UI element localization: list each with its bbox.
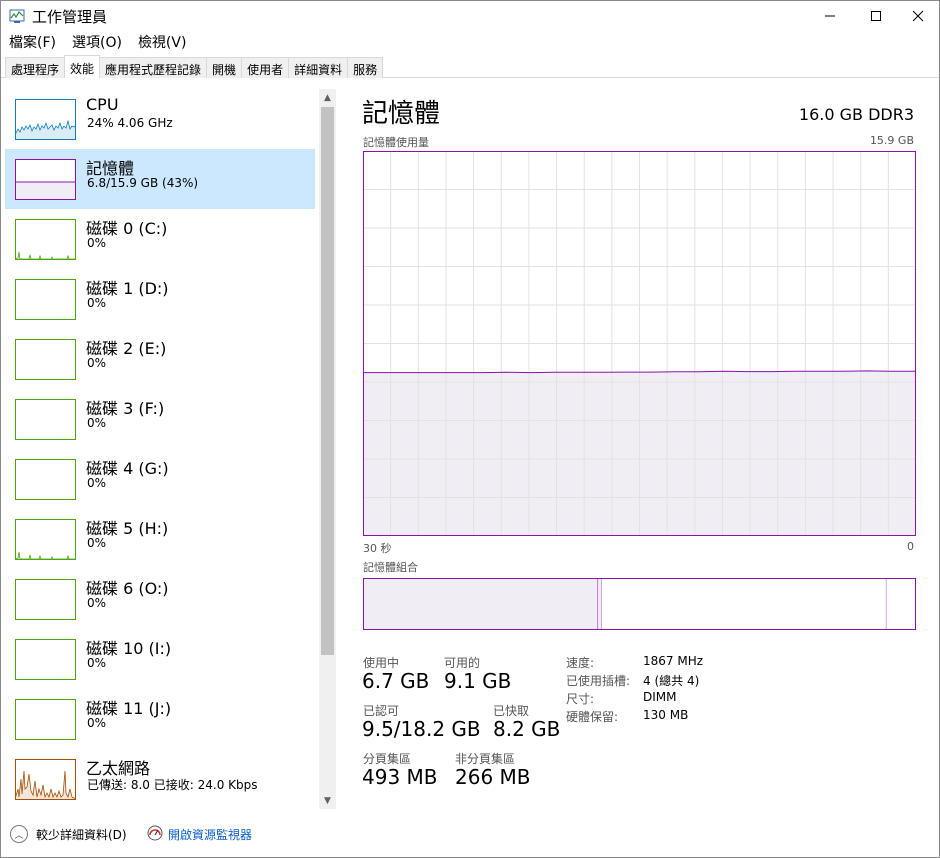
sidebar-item-disk[interactable]: 磁碟 6 (O:) 0% — [5, 569, 315, 629]
form-factor-key: 尺寸: — [566, 692, 595, 706]
tab-users[interactable]: 使用者 — [241, 57, 290, 78]
menu-view[interactable]: 檢視(V) — [130, 31, 195, 53]
slots-value: 4 (總共 4) — [643, 674, 700, 688]
tab-performance[interactable]: 效能 — [64, 55, 101, 78]
sidebar-item-disk[interactable]: 磁碟 4 (G:) 0% — [5, 449, 315, 509]
memory-thumbnail-graph — [15, 159, 76, 200]
committed-value: 9.5/18.2 GB — [362, 717, 481, 741]
open-resource-monitor-link[interactable]: 開啟資源監視器 — [168, 826, 252, 843]
composition-label: 記憶體組合 — [363, 561, 418, 574]
tab-details[interactable]: 詳細資料 — [288, 57, 349, 78]
sidebar-item-memory[interactable]: 記憶體 6.8/15.9 GB (43%) — [5, 149, 315, 209]
sidebar-item-detail: 已傳送: 8.0 已接收: 24.0 Kbps — [87, 778, 258, 792]
disk-thumbnail-graph — [15, 699, 76, 740]
disk-thumbnail-graph — [15, 459, 76, 500]
usage-max-label: 15.9 GB — [869, 134, 914, 147]
resource-monitor-icon — [147, 825, 163, 841]
slots-key: 已使用插槽: — [566, 674, 631, 688]
sidebar-item-detail: 0% — [87, 416, 107, 430]
tab-app-history[interactable]: 應用程式歷程記錄 — [99, 57, 208, 78]
sidebar-item-cpu[interactable]: CPU 24% 4.06 GHz — [5, 89, 315, 149]
scroll-up-icon[interactable]: ▲ — [319, 89, 336, 106]
cached-value: 8.2 GB — [493, 717, 561, 741]
hardware-reserved-value: 130 MB — [643, 708, 689, 722]
sidebar-item-detail: 0% — [87, 236, 107, 250]
sidebar-item-disk[interactable]: 磁碟 11 (J:) 0% — [5, 689, 315, 749]
form-factor-value: DIMM — [643, 690, 677, 704]
minimize-button[interactable] — [807, 1, 853, 31]
sidebar-item-detail: 0% — [87, 356, 107, 370]
speed-key: 速度: — [566, 656, 595, 670]
fewer-details-button[interactable]: 較少詳細資料(D) — [36, 826, 127, 843]
memory-spec: 16.0 GB DDR3 — [798, 105, 914, 124]
maximize-icon — [871, 11, 881, 21]
speed-value: 1867 MHz — [643, 654, 704, 668]
tab-processes[interactable]: 處理程序 — [5, 57, 66, 78]
menu-options[interactable]: 選項(O) — [64, 31, 130, 53]
chevron-up-icon[interactable]: ︿ — [10, 825, 28, 843]
sidebar-item-name: CPU — [86, 95, 119, 114]
hardware-reserved-key: 硬體保留: — [566, 710, 619, 724]
resource-list: CPU 24% 4.06 GHz 記憶體 6.8/15.9 GB (43%) 磁碟 0 … — [5, 89, 317, 809]
close-icon — [912, 10, 924, 22]
tab-services[interactable]: 服務 — [347, 57, 384, 78]
task-manager-icon — [9, 9, 25, 23]
sidebar-item-detail: 24% 4.06 GHz — [87, 116, 173, 130]
sidebar-item-disk[interactable]: 磁碟 5 (H:) 0% — [5, 509, 315, 569]
maximize-button[interactable] — [853, 1, 899, 31]
disk-thumbnail-graph — [15, 639, 76, 680]
sidebar-scrollbar[interactable]: ▲ ▼ — [319, 89, 336, 809]
sidebar-item-detail: 0% — [87, 596, 107, 610]
menu-file[interactable]: 檔案(F) — [1, 31, 64, 53]
task-manager-window: 工作管理員 檔案(F) 選項(O) 檢視(V) 處理程序 效能 應用程式歷程記錄… — [0, 0, 940, 858]
scroll-thumb[interactable] — [321, 107, 334, 655]
cpu-thumbnail-graph — [15, 99, 76, 140]
window-title: 工作管理員 — [32, 8, 108, 26]
disk-thumbnail-graph — [15, 219, 76, 260]
disk-thumbnail-graph — [15, 579, 76, 620]
page-title: 記憶體 — [362, 99, 441, 129]
paged-pool-value: 493 MB — [362, 765, 438, 789]
sidebar-item-detail: 0% — [87, 476, 107, 490]
sidebar-item-disk[interactable]: 磁碟 10 (I:) 0% — [5, 629, 315, 689]
in-use-value: 6.7 GB — [362, 669, 430, 693]
sidebar-item-net[interactable]: 乙太網路 已傳送: 8.0 已接收: 24.0 Kbps — [5, 749, 315, 809]
disk-thumbnail-graph — [15, 339, 76, 380]
sidebar-item-detail: 0% — [87, 296, 107, 310]
sidebar-item-disk[interactable]: 磁碟 1 (D:) 0% — [5, 269, 315, 329]
sidebar-item-detail: 6.8/15.9 GB (43%) — [87, 176, 199, 190]
net-thumbnail-graph — [15, 759, 76, 800]
in-use-segment — [363, 578, 599, 630]
memory-composition-bar — [363, 578, 916, 630]
minimize-icon — [825, 15, 835, 17]
sidebar-item-disk[interactable]: 磁碟 2 (E:) 0% — [5, 329, 315, 389]
usage-label: 記憶體使用量 — [363, 136, 429, 149]
title-bar: 工作管理員 — [1, 1, 939, 31]
modified-segment — [598, 578, 602, 630]
available-value: 9.1 GB — [444, 669, 512, 693]
memory-usage-graph — [363, 151, 916, 536]
tab-bar: 處理程序 效能 應用程式歷程記錄 開機 使用者 詳細資料 服務 — [1, 55, 939, 78]
sidebar-item-disk[interactable]: 磁碟 0 (C:) 0% — [5, 209, 315, 269]
scroll-down-icon[interactable]: ▼ — [319, 792, 336, 809]
close-button[interactable] — [895, 1, 940, 31]
sidebar-item-detail: 0% — [87, 536, 107, 550]
footer: ︿ 較少詳細資料(D) 開啟資源監視器 — [1, 819, 939, 849]
tab-startup[interactable]: 開機 — [206, 57, 243, 78]
sidebar-item-detail: 0% — [87, 716, 107, 730]
disk-thumbnail-graph — [15, 519, 76, 560]
time-start-label: 30 秒 — [363, 542, 392, 555]
sidebar-item-detail: 0% — [87, 656, 107, 670]
sidebar-item-disk[interactable]: 磁碟 3 (F:) 0% — [5, 389, 315, 449]
menu-bar: 檔案(F) 選項(O) 檢視(V) — [1, 31, 939, 53]
disk-thumbnail-graph — [15, 399, 76, 440]
nonpaged-pool-value: 266 MB — [455, 765, 531, 789]
time-end-label: 0 — [907, 540, 914, 553]
disk-thumbnail-graph — [15, 279, 76, 320]
